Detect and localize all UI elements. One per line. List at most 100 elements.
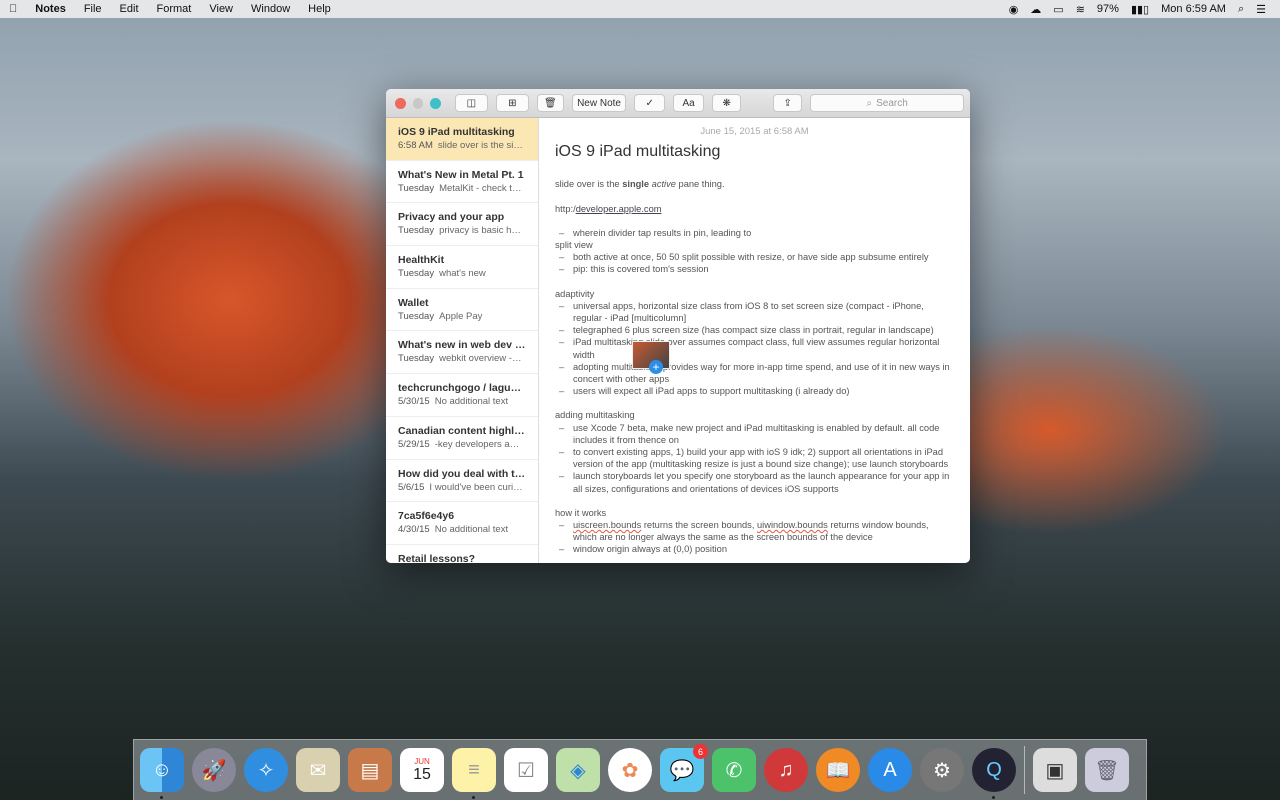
note-item-title: Wallet	[398, 296, 429, 309]
note-item-title: Privacy and your app	[398, 211, 505, 224]
zoom-button[interactable]	[430, 97, 441, 109]
note-item-preview: 5/6/15 I would've been curi…	[398, 481, 523, 493]
note-list-item[interactable]: What's new in web dev i… Tuesday webkit ov…	[386, 331, 538, 375]
note-list-item[interactable]: techcrunchgogo / lagun… 5/30/15 No additio…	[386, 374, 538, 417]
note-item-title: How did you deal with t…	[398, 467, 526, 480]
note-editor[interactable]: June 15, 2015 at 6:58 AM iOS 9 iPad mult…	[539, 118, 970, 563]
note-item-preview: Tuesday Apple Pay	[398, 310, 483, 322]
trash-icon[interactable]: 🗑	[536, 94, 564, 112]
notification-center-icon[interactable]: ☰	[1256, 3, 1266, 16]
note-title: iOS 9 iPad multitasking	[555, 143, 721, 161]
battery-icon[interactable]: ▮▮▯	[1131, 3, 1149, 16]
note-list-item[interactable]: How did you deal with t… 5/6/15 I would've…	[386, 460, 538, 503]
note-list-item[interactable]: Retail lessons?	[386, 545, 538, 563]
app-store-icon[interactable]: A	[868, 748, 912, 792]
downloads-stack-icon[interactable]: ▣	[1033, 748, 1077, 792]
reminders-icon[interactable]: ☑	[504, 748, 548, 792]
trash-icon[interactable]: 🗑	[1085, 748, 1129, 792]
sidebar-toggle-icon[interactable]: ◫	[454, 94, 488, 112]
search-input[interactable]: ⌕ Search	[810, 94, 965, 112]
note-list-item[interactable]: What's New in Metal Pt. 1 Tuesday MetalKit…	[386, 161, 538, 204]
note-bullet: telegraphed 6 plus screen size (has comp…	[555, 324, 954, 336]
menu-view[interactable]: View	[200, 3, 242, 15]
note-item-preview: Tuesday webkit overview -…	[398, 353, 522, 365]
note-bullet: wherein divider tap results in pin, lead…	[555, 227, 954, 239]
system-preferences-icon[interactable]: ⚙	[920, 748, 964, 792]
record-icon[interactable]: ◉	[1009, 3, 1019, 16]
photos-icon[interactable]: ✿	[608, 748, 652, 792]
note-bullet: universal apps, horizontal size class fr…	[555, 300, 954, 324]
creative-cloud-icon[interactable]: ☁	[1030, 3, 1041, 16]
note-bullet: use Xcode 7 beta, make new project and i…	[555, 422, 954, 446]
checklist-icon[interactable]: ✓	[634, 94, 666, 112]
spotlight-icon[interactable]: ⌕	[1238, 3, 1244, 16]
maps-icon[interactable]: ◈	[556, 748, 600, 792]
battery-percent: 97%	[1096, 3, 1119, 15]
note-item-preview: Tuesday privacy is basic h…	[398, 225, 521, 237]
note-list-item[interactable]: Privacy and your app Tuesday privacy is ba…	[386, 203, 538, 247]
menu-window[interactable]: Window	[242, 3, 299, 15]
messages-icon[interactable]: 💬 6	[660, 744, 708, 792]
menu-app-notes[interactable]: Notes	[26, 3, 75, 15]
itunes-icon[interactable]: ♫	[764, 748, 808, 792]
new-note-button[interactable]: New Note	[571, 94, 627, 112]
mail-icon[interactable]: ✉	[296, 748, 340, 792]
close-button[interactable]	[395, 97, 406, 109]
wifi-icon[interactable]: ≋	[1076, 3, 1085, 16]
minimize-button[interactable]	[412, 97, 424, 109]
note-item-title: Retail lessons?	[398, 552, 476, 563]
note-line: split view	[555, 240, 593, 251]
calendar-icon[interactable]: JUN 15	[400, 748, 444, 792]
notes-icon[interactable]: ≡	[452, 748, 496, 799]
note-heading: adaptivity	[555, 288, 595, 299]
table-icon[interactable]: ❋	[712, 94, 742, 112]
add-plus-icon: +	[649, 360, 663, 374]
note-item-title: Canadian content highl…	[398, 424, 525, 437]
apple-menu-icon[interactable]: 	[0, 3, 26, 15]
menu-format[interactable]: Format	[148, 3, 201, 15]
messages-badge: 6	[693, 744, 708, 759]
note-bullet: adopting multitasking provides way for m…	[555, 361, 954, 385]
attachments-grid-icon[interactable]: ⊞	[495, 94, 529, 112]
note-bullet: pip: this is covered tom's session	[555, 263, 954, 275]
note-item-preview: 4/30/15 No additional text	[398, 524, 509, 536]
safari-icon[interactable]: ✧	[244, 748, 288, 792]
facetime-icon[interactable]: ✆	[712, 748, 756, 792]
airplay-icon[interactable]: ▭	[1053, 3, 1063, 16]
note-list-item[interactable]: Wallet Tuesday Apple Pay	[386, 289, 538, 332]
note-item-title: HealthKit	[398, 254, 445, 267]
ibooks-icon[interactable]: 📖	[816, 748, 860, 792]
dock-separator	[1024, 746, 1025, 794]
note-date: June 15, 2015 at 6:58 AM	[700, 126, 809, 137]
note-list-item[interactable]: HealthKit Tuesday what's new	[386, 246, 538, 289]
note-list-item[interactable]: Canadian content highl… 5/29/15 -key devel…	[386, 417, 538, 460]
format-button[interactable]: Aa	[673, 94, 705, 112]
note-bullet: users will expect all iPad apps to suppo…	[555, 385, 954, 397]
note-list-item[interactable]: 7ca5f6e4y6 4/30/15 No additional text	[386, 502, 538, 545]
finder-icon[interactable]: ☺	[140, 748, 184, 799]
note-bullet: iPad multitasking slide over assumes com…	[555, 336, 954, 360]
menu-file[interactable]: File	[75, 3, 111, 15]
share-icon[interactable]: ⇪	[773, 94, 803, 112]
note-bullet: launch storyboards let you specify one s…	[555, 470, 954, 494]
note-item-preview: Tuesday what's new	[398, 268, 486, 280]
note-item-preview: 5/29/15 -key developers a…	[398, 438, 520, 450]
note-heading: adding multitasking	[555, 410, 635, 421]
note-bullet: to convert existing apps, 1) build your …	[555, 446, 954, 470]
note-line: slide over is the single active pane thi…	[555, 179, 725, 190]
launchpad-icon[interactable]: 🚀	[192, 748, 236, 792]
note-link[interactable]: http:/developer.apple.com	[555, 203, 954, 215]
menu-help[interactable]: Help	[299, 3, 340, 15]
note-list-item[interactable]: iOS 9 iPad multitasking 6:58 AM slide over…	[386, 118, 538, 161]
dock: ☺ 🚀 ✧ ✉ ▤ JUN 15 ≡ ☑ ◈ ✿ 💬 6 ✆ ♫ 📖 A ⚙ Q ▣…	[133, 739, 1147, 800]
notes-window: ◫ ⊞ 🗑 New Note ✓ Aa ❋ ⇪ ⌕ Search iOS 9 iP…	[386, 89, 970, 563]
note-heading: how it works	[555, 507, 607, 518]
contacts-icon[interactable]: ▤	[348, 748, 392, 792]
toolbar: ◫ ⊞ 🗑 New Note ✓ Aa ❋ ⇪ ⌕ Search	[386, 89, 970, 118]
clock[interactable]: Mon 6:59 AM	[1161, 3, 1226, 15]
quicktime-icon[interactable]: Q	[972, 748, 1016, 799]
menu-edit[interactable]: Edit	[111, 3, 148, 15]
dragged-image-thumbnail[interactable]: +	[632, 341, 670, 374]
note-item-title: 7ca5f6e4y6	[398, 510, 455, 523]
menu-bar:  Notes File Edit Format View Window Hel…	[0, 0, 1280, 18]
